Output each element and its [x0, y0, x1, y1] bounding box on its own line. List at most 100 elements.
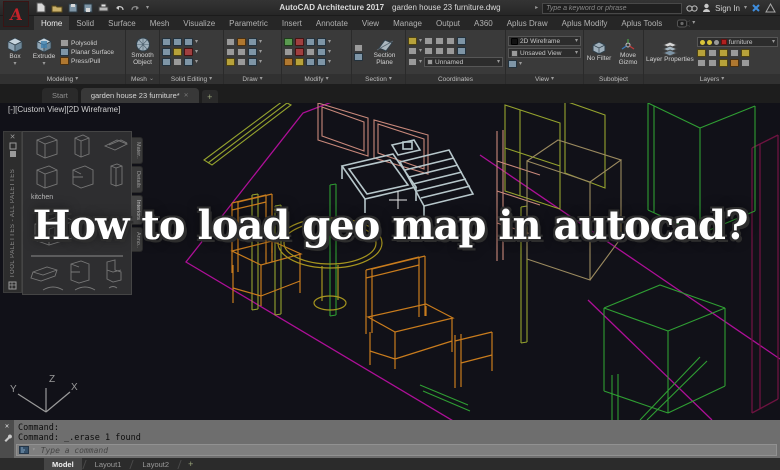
tool-icon[interactable] — [162, 38, 171, 46]
smooth-object-button[interactable]: Smooth Object — [128, 37, 157, 67]
tool-icon[interactable] — [697, 59, 706, 67]
close-icon[interactable]: ✕ — [10, 134, 16, 142]
tool-icon[interactable] — [306, 48, 315, 56]
ribbon-tab-home[interactable]: Home — [34, 16, 69, 30]
tool-icon[interactable] — [284, 38, 293, 46]
tool-icon[interactable] — [317, 58, 326, 66]
tool-icon[interactable] — [457, 37, 466, 45]
qat-dropdown-icon[interactable]: ▾ — [146, 5, 149, 11]
layout-tab-layout1[interactable]: Layout1 — [87, 458, 130, 470]
save-as-icon[interactable] — [83, 3, 93, 13]
save-icon[interactable] — [68, 3, 78, 13]
properties-gear-icon[interactable] — [9, 150, 17, 158]
panel-label-coordinates[interactable]: Coordinates — [406, 74, 505, 84]
tool-icon[interactable] — [508, 60, 517, 68]
panel-label-mesh[interactable]: Mesh⌄ — [126, 74, 159, 84]
tool-icon[interactable] — [248, 48, 257, 56]
chevron-down-icon[interactable]: ▾ — [419, 48, 422, 54]
tool-icon[interactable] — [457, 47, 466, 55]
search-collapse-icon[interactable]: ▸ — [535, 5, 538, 11]
viewport-controls[interactable]: [-][Custom View][2D Wireframe] — [8, 105, 120, 114]
help-triangle-icon[interactable] — [765, 3, 776, 13]
presspull-button[interactable]: Press/Pull — [60, 57, 114, 65]
tool-icon[interactable] — [226, 58, 235, 66]
drawing-viewport[interactable]: [-][Custom View][2D Wireframe] — [0, 103, 780, 420]
ribbon-tab-aplus-tools[interactable]: Aplus Tools — [614, 16, 669, 30]
extrude-button[interactable]: Extrude ▾ — [31, 37, 57, 68]
tool-icon[interactable] — [284, 58, 293, 66]
panel-label-layers[interactable]: Layers▾ — [644, 74, 780, 84]
chevron-down-icon[interactable]: ▾ — [328, 59, 331, 65]
tool-icon[interactable] — [248, 38, 257, 46]
command-input[interactable] — [39, 445, 774, 456]
tool-icon[interactable] — [295, 58, 304, 66]
tool-icon[interactable] — [408, 47, 417, 55]
layout-tab-model[interactable]: Model — [44, 458, 82, 470]
tool-icon[interactable] — [184, 38, 193, 46]
chevron-down-icon[interactable]: ▾ — [195, 39, 198, 45]
new-drawing-tab-button[interactable]: + — [202, 90, 218, 103]
wrench-icon[interactable] — [3, 433, 12, 442]
tool-icon[interactable] — [408, 58, 417, 66]
sign-in-button[interactable]: Sign In — [715, 4, 740, 13]
file-tab-document[interactable]: garden house 23 furniture* ✕ — [81, 88, 199, 103]
tool-icon[interactable] — [162, 48, 171, 56]
tool-icon[interactable] — [708, 49, 717, 57]
tool-icon[interactable] — [719, 49, 728, 57]
tool-icon[interactable] — [306, 58, 315, 66]
tool-icon[interactable] — [184, 48, 193, 56]
palette-menu-icon[interactable] — [8, 281, 17, 290]
panel-label-section[interactable]: Section▾ — [352, 74, 405, 84]
panel-label-solid-editing[interactable]: Solid Editing▾ — [160, 74, 223, 84]
tool-icon[interactable] — [237, 38, 246, 46]
ribbon-tab-manage[interactable]: Manage — [386, 16, 429, 30]
tool-icon[interactable] — [184, 58, 193, 66]
chevron-down-icon[interactable]: ▾ — [259, 39, 262, 45]
new-layout-button[interactable]: + — [182, 459, 199, 469]
tool-icon[interactable] — [226, 48, 235, 56]
box-button[interactable]: Box ▾ — [2, 37, 28, 68]
chevron-down-icon[interactable]: ▾ — [419, 59, 422, 65]
panel-label-subobject[interactable]: Subobject — [584, 74, 643, 84]
ribbon-tab-surface[interactable]: Surface — [101, 16, 143, 30]
layer-dropdown[interactable]: furniture ▾ — [697, 37, 778, 47]
ucs-named-dropdown[interactable]: Unnamed▾ — [424, 57, 503, 67]
chevron-down-icon[interactable]: ▾ — [419, 38, 422, 44]
planar-surface-button[interactable]: Planar Surface — [60, 48, 114, 56]
tool-icon[interactable] — [317, 38, 326, 46]
move-gizmo-button[interactable]: Move Gizmo — [615, 38, 641, 67]
command-input-row[interactable]: ▾ — [16, 444, 777, 456]
ribbon-tab-mesh[interactable]: Mesh — [143, 16, 177, 30]
layer-properties-button[interactable]: Layer Properties — [646, 41, 694, 64]
action-recorder-button[interactable]: ▾ — [677, 16, 695, 30]
panel-label-modify[interactable]: Modify▾ — [282, 74, 351, 84]
close-icon[interactable]: ✕ — [5, 423, 9, 430]
palette-tab-materials[interactable]: Mater.. — [132, 137, 143, 164]
ribbon-tab-output[interactable]: Output — [429, 16, 467, 30]
tool-icon[interactable] — [697, 49, 706, 57]
no-filter-button[interactable]: No Filter — [586, 41, 612, 63]
tool-icon[interactable] — [741, 59, 750, 67]
close-icon[interactable]: ✕ — [184, 92, 189, 99]
chevron-down-icon[interactable]: ▾ — [519, 61, 522, 67]
chevron-down-icon[interactable]: ▾ — [328, 49, 331, 55]
ribbon-tab-insert[interactable]: Insert — [275, 16, 309, 30]
tool-icon[interactable] — [435, 47, 444, 55]
tool-icon[interactable] — [317, 48, 326, 56]
chevron-down-icon[interactable]: ▾ — [195, 49, 198, 55]
palette-tab-details[interactable]: Details — [132, 166, 143, 193]
ribbon-tab-a360[interactable]: A360 — [467, 16, 500, 30]
tool-icon[interactable] — [295, 38, 304, 46]
redo-icon[interactable] — [130, 3, 141, 12]
ribbon-tab-visualize[interactable]: Visualize — [176, 16, 222, 30]
plot-icon[interactable] — [98, 3, 109, 13]
chevron-down-icon[interactable]: ▾ — [328, 39, 331, 45]
panel-label-draw[interactable]: Draw▾ — [224, 74, 281, 84]
file-tab-start[interactable]: Start — [42, 88, 78, 103]
chevron-down-icon[interactable]: ▾ — [32, 447, 36, 453]
tool-icon[interactable] — [730, 59, 739, 67]
tool-icon[interactable] — [237, 58, 246, 66]
ribbon-tab-solid[interactable]: Solid — [69, 16, 101, 30]
open-file-icon[interactable] — [51, 3, 63, 13]
tool-icon[interactable] — [446, 37, 455, 45]
